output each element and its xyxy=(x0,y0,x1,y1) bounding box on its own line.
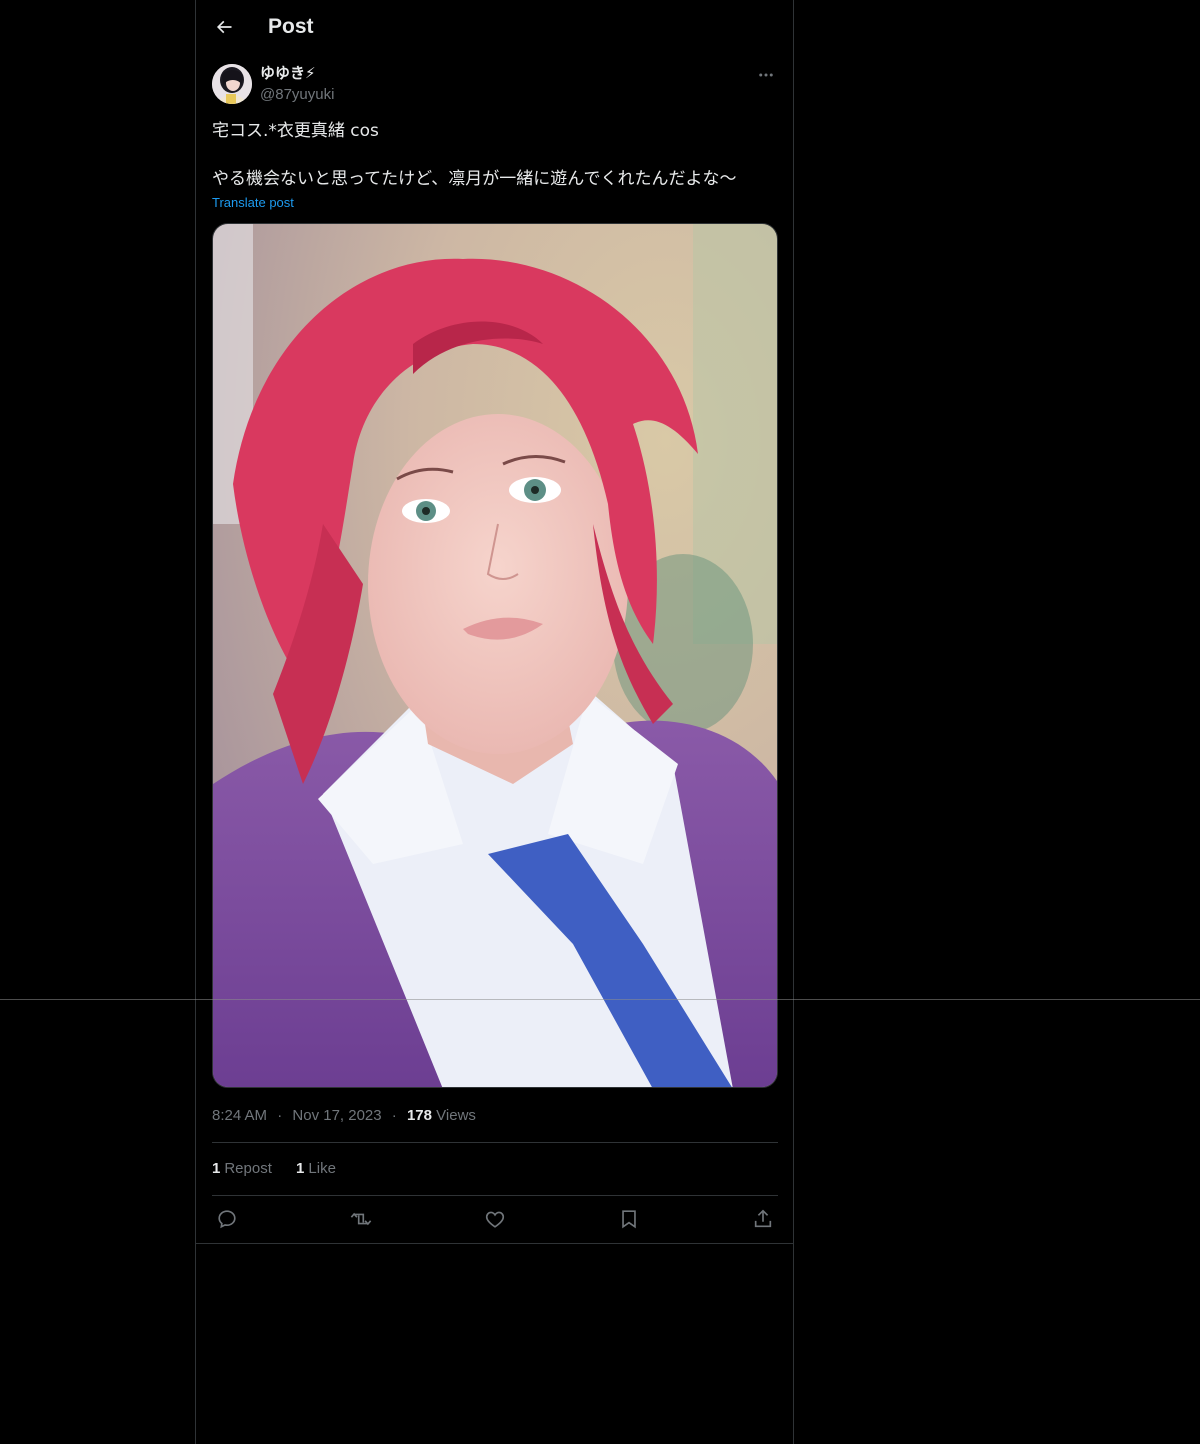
post-text: 宅コス.*衣更真緒 cos やる機会ないと思ってたけど、凛月が一緒に遊んでくれた… xyxy=(212,119,778,191)
avatar[interactable] xyxy=(212,64,252,104)
views-label: Views xyxy=(436,1107,476,1124)
post-time[interactable]: 8:24 AM xyxy=(212,1107,267,1124)
like-icon xyxy=(485,1211,505,1228)
share-button[interactable] xyxy=(750,1206,776,1232)
reposts-label: Repost xyxy=(224,1160,272,1177)
share-icon xyxy=(754,1209,772,1228)
divider xyxy=(196,1243,793,1244)
post-author: ゆゆき⚡ @87yuyuki xyxy=(212,64,778,108)
likes-label: Like xyxy=(308,1160,336,1177)
reply-button[interactable] xyxy=(214,1206,240,1232)
page-title: Post xyxy=(268,15,314,38)
meta-separator: · xyxy=(391,1107,397,1124)
post-photo[interactable] xyxy=(212,223,778,1088)
divider xyxy=(212,1195,778,1196)
top-bar: Post xyxy=(196,0,793,54)
bookmark-button[interactable] xyxy=(616,1206,642,1232)
likes-count: 1 xyxy=(296,1160,305,1177)
translate-post-link[interactable]: Translate post xyxy=(212,194,294,212)
post-text-line: やる機会ないと思ってたけど、凛月が一緒に遊んでくれたんだよな〜 xyxy=(212,169,737,189)
reposts-count: 1 xyxy=(212,1160,221,1177)
back-button[interactable] xyxy=(210,13,238,41)
reposts-stat[interactable]: 1 Repost xyxy=(212,1160,272,1177)
repost-button[interactable] xyxy=(348,1206,374,1232)
post-date[interactable]: Nov 17, 2023 xyxy=(292,1107,381,1124)
more-horizontal-icon xyxy=(759,73,773,77)
like-button[interactable] xyxy=(482,1206,508,1232)
post-stats: 1 Repost 1 Like xyxy=(212,1159,356,1179)
action-bar xyxy=(212,1206,778,1232)
post-text-line: 宅コス.*衣更真緒 cos xyxy=(212,121,379,141)
user-handle[interactable]: @87yuyuki xyxy=(260,85,334,105)
divider xyxy=(212,1142,778,1143)
more-button[interactable] xyxy=(754,64,778,86)
bookmark-icon xyxy=(622,1210,636,1229)
likes-stat[interactable]: 1 Like xyxy=(296,1160,336,1177)
meta-separator: · xyxy=(277,1107,283,1124)
post-text-spacer xyxy=(212,143,778,167)
display-name[interactable]: ゆゆき⚡ xyxy=(260,64,316,84)
repost-icon xyxy=(350,1212,372,1226)
post-meta: 8:24 AM · Nov 17, 2023 · 178 Views xyxy=(212,1106,476,1126)
reply-icon xyxy=(218,1210,236,1229)
post-column: Post ゆゆき⚡ @87yuyuki 宅コス.*衣更真緒 cos やる機会ない… xyxy=(195,0,794,1444)
arrow-left-icon xyxy=(216,20,232,34)
views-count: 178 xyxy=(406,1107,432,1124)
